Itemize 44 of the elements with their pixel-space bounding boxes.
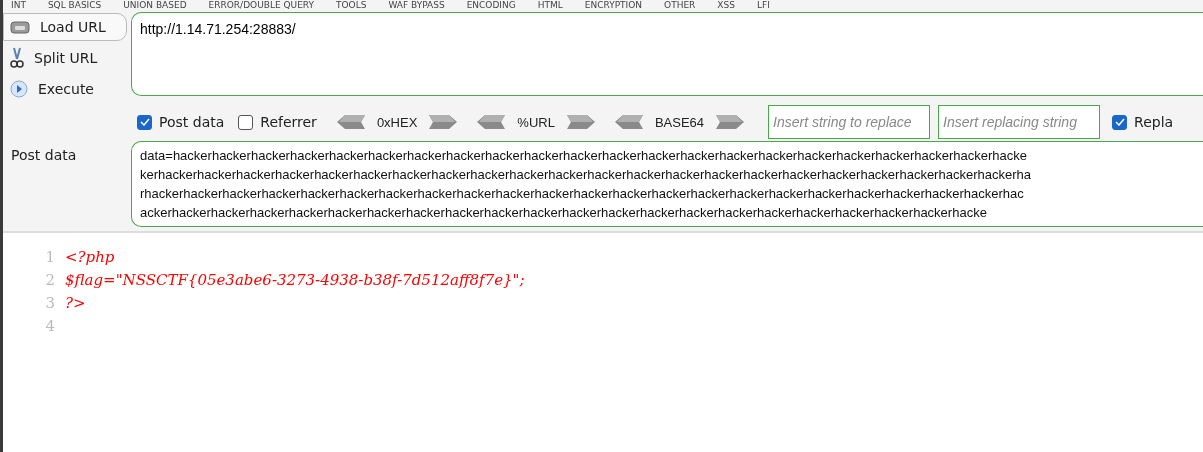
menu-item[interactable]: ERROR/DOUBLE QUERY (208, 0, 314, 11)
encoding-label: BASE64 (654, 114, 705, 130)
replace-field[interactable]: Insert replacing string (938, 105, 1101, 139)
menu-item[interactable]: UNION BASED (123, 0, 187, 11)
line-number: 1 (44, 247, 55, 266)
left-arrow-button[interactable] (336, 115, 367, 129)
line-number: 3 (44, 293, 55, 312)
code-line: <?php (65, 247, 115, 266)
menu-item[interactable]: SQL BASICS (47, 0, 102, 11)
menu-item[interactable]: WAF BYPASS (388, 0, 445, 11)
line-number: 2 (44, 270, 55, 289)
left-arrow-button[interactable] (614, 115, 645, 129)
line-number: 4 (44, 316, 55, 335)
checkmark-icon (139, 118, 150, 126)
action-button[interactable]: Load URL (3, 13, 127, 41)
menu-item[interactable]: LFI (756, 0, 770, 11)
code-line: $flag="NSSCTF{05e3abe6-3273-4938-b38f-7d512aff8f7e}"; (65, 270, 525, 289)
menu-item[interactable]: INT (11, 0, 26, 11)
menu-item[interactable]: TOOLS (336, 0, 367, 11)
scissors-icon (10, 47, 24, 69)
url-field[interactable]: http://1.14.71.254:28883/ (131, 12, 1203, 96)
menu-item[interactable]: ENCRYPTION (584, 0, 643, 11)
checkmark-icon (1114, 118, 1125, 126)
menu-item[interactable]: XSS (717, 0, 735, 11)
action-button[interactable]: Split URL (3, 44, 127, 72)
right-arrow-button[interactable] (427, 115, 458, 129)
menu-item[interactable]: OTHER (664, 0, 696, 11)
encoding-label: 0xHEX (376, 114, 418, 130)
action-button[interactable]: Execute (3, 75, 127, 103)
code-line: ?> (65, 293, 86, 312)
encoding-label: %URL (517, 114, 555, 130)
checkbox[interactable]: Post data (137, 114, 225, 130)
drive-icon (10, 19, 30, 35)
find-field[interactable]: Insert string to replace (768, 105, 931, 139)
right-arrow-button[interactable] (564, 115, 595, 129)
menu-item[interactable]: HTML (537, 0, 563, 11)
right-arrow-button[interactable] (714, 115, 745, 129)
post-data-field[interactable]: data=hackerhackerhackerhackerhackerhackerhackerhackerhackerhackerhackerhackerhackerhackerhackerhackerhackerhackerhackerhackerhackerhacke kerhackerhackerhackerhackerhackerhackerhackerhackerhackerhackerhackerhackerhackerhackerhackerhackerhackerhackerhackerhackerhackerhackerha rhackerhackerhackerhackerhackerhackerhackerhackerhackerhackerhackerhackerhackerhackerhackerhackerhackerhackerhackerhackerhackerhackerhac ackerhackerhackerhackerhackerhackerhackerhackerhackerhackerhackerhackerhackerhackerhackerhackerhackerhackerhackerhackerhackerhacke (131, 141, 1203, 227)
menu-item[interactable]: ENCODING (466, 0, 516, 11)
checkbox[interactable]: Repla (1112, 114, 1174, 130)
post-data-label: Post data (10, 146, 78, 165)
left-arrow-button[interactable] (477, 115, 508, 129)
checkbox[interactable]: Referrer (238, 114, 317, 130)
play-icon (10, 80, 28, 98)
